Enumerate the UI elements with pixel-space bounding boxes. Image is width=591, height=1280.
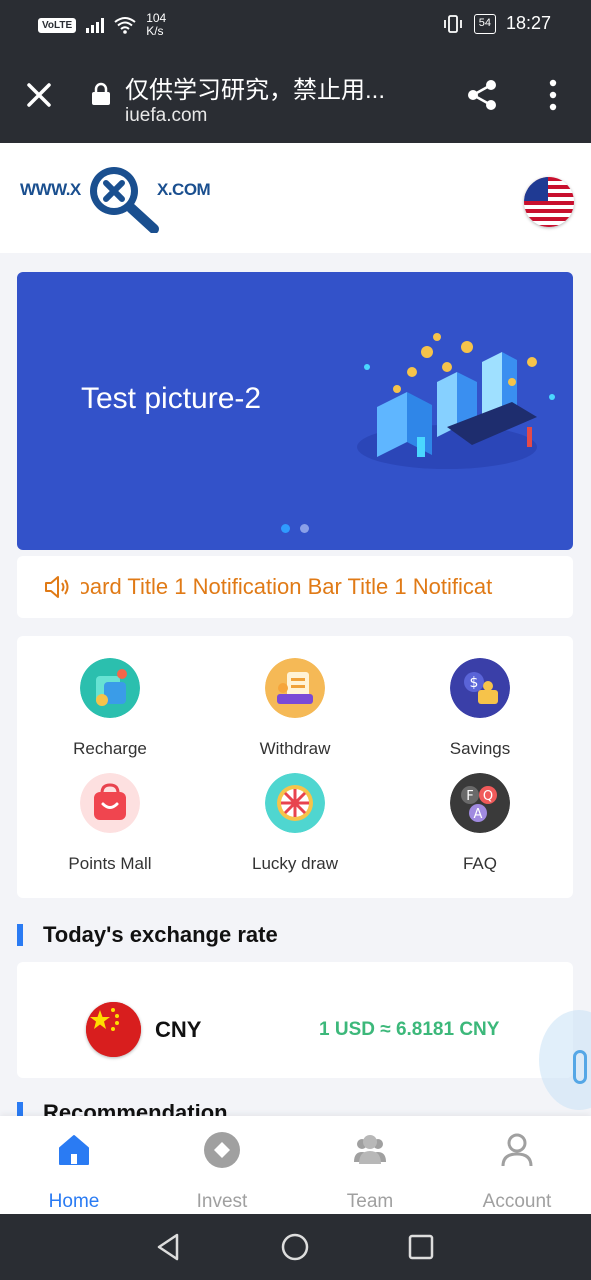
nav-label-home: Home bbox=[48, 1191, 100, 1212]
invest-icon bbox=[204, 1132, 240, 1168]
withdraw-icon bbox=[265, 658, 325, 718]
menu-item-withdraw[interactable]: Withdraw bbox=[220, 658, 370, 759]
isometric-city-illustration bbox=[357, 333, 555, 469]
svg-text:F: F bbox=[466, 789, 473, 804]
notification-bar[interactable]: Board Title 1 Notification Bar Title 1 N… bbox=[17, 556, 573, 618]
site-header: WWW.X X.COM bbox=[0, 143, 591, 253]
exchange-rate-card: CNY 1 USD ≈ 6.8181 CNY bbox=[17, 962, 573, 1078]
wifi-icon bbox=[114, 17, 136, 34]
signal-icon bbox=[86, 17, 105, 33]
savings-icon: $ bbox=[450, 658, 510, 718]
china-flag-icon bbox=[86, 1002, 141, 1057]
home-button-icon[interactable] bbox=[280, 1232, 310, 1262]
close-icon[interactable] bbox=[22, 78, 56, 112]
menu-label-lucky-draw: Lucky draw bbox=[252, 854, 338, 873]
currency-code: CNY bbox=[155, 1017, 202, 1042]
browser-toolbar: 仅供学习研究，禁止用... iuefa.com bbox=[0, 50, 591, 143]
banner-carousel[interactable]: Test picture-2 bbox=[17, 272, 573, 550]
clock: 18:27 bbox=[505, 13, 551, 33]
nav-label-team: Team bbox=[346, 1191, 394, 1212]
nav-label-account: Account bbox=[482, 1191, 552, 1212]
page-heading: 仅供学习研究，禁止用... bbox=[125, 77, 386, 104]
section-accent-bar bbox=[17, 924, 23, 946]
system-navigation-bar bbox=[0, 1214, 591, 1280]
speaker-icon bbox=[45, 576, 69, 598]
menu-item-recharge[interactable]: Recharge bbox=[35, 658, 185, 759]
volte-indicator: VoLTE bbox=[38, 17, 77, 33]
svg-text:$: $ bbox=[470, 675, 479, 691]
logo-text-left: WWW.X bbox=[20, 180, 81, 199]
bottom-navigation: Home Invest Team Account bbox=[0, 1116, 591, 1214]
logo-text-right: X.COM bbox=[157, 180, 211, 199]
svg-text:Q: Q bbox=[483, 789, 493, 804]
carousel-dot-2[interactable] bbox=[300, 524, 309, 533]
nav-label-invest: Invest bbox=[196, 1191, 248, 1212]
back-icon[interactable] bbox=[153, 1232, 183, 1262]
menu-label-faq: FAQ bbox=[462, 854, 497, 873]
exchange-rate-value: 1 USD ≈ 6.8181 CNY bbox=[319, 1019, 500, 1040]
page-url[interactable]: iuefa.com bbox=[125, 105, 207, 127]
nav-account[interactable]: Account bbox=[443, 1116, 591, 1214]
menu-label-savings: Savings bbox=[449, 739, 511, 758]
faq-icon: F Q A bbox=[450, 773, 510, 833]
network-speed: 104 K/s bbox=[146, 12, 166, 38]
account-icon bbox=[501, 1133, 533, 1167]
speed-value: 104 bbox=[146, 11, 167, 25]
recent-apps-icon[interactable] bbox=[406, 1232, 436, 1262]
nav-invest[interactable]: Invest bbox=[148, 1116, 296, 1214]
exchange-section-header: Today's exchange rate bbox=[17, 922, 278, 948]
menu-label-withdraw: Withdraw bbox=[259, 739, 331, 758]
more-icon[interactable] bbox=[540, 77, 566, 113]
nav-home[interactable]: Home bbox=[0, 1116, 148, 1214]
recharge-icon bbox=[80, 658, 140, 718]
us-flag-language-icon[interactable] bbox=[524, 177, 574, 227]
vibrate-icon bbox=[443, 14, 462, 33]
carousel-dot-1[interactable] bbox=[281, 524, 290, 533]
site-logo[interactable]: WWW.X X.COM bbox=[20, 163, 211, 235]
headset-icon bbox=[573, 1050, 587, 1084]
banner-title: Test picture-2 bbox=[81, 382, 262, 415]
menu-item-savings[interactable]: $ Savings bbox=[405, 658, 555, 759]
notification-text-viewport: Board Title 1 Notification Bar Title 1 N… bbox=[81, 574, 565, 600]
shopping-bag-icon bbox=[80, 773, 140, 833]
exchange-section-title: Today's exchange rate bbox=[43, 922, 278, 947]
menu-label-recharge: Recharge bbox=[73, 739, 147, 758]
nav-team[interactable]: Team bbox=[296, 1116, 444, 1214]
svg-text:A: A bbox=[474, 807, 483, 822]
share-icon[interactable] bbox=[464, 77, 500, 113]
menu-item-lucky-draw[interactable]: Lucky draw bbox=[220, 773, 370, 874]
speed-unit: K/s bbox=[146, 24, 164, 38]
team-icon bbox=[354, 1135, 386, 1164]
feature-menu: Recharge Withdraw $ Savings Points Mall … bbox=[17, 636, 573, 898]
battery-indicator: 54 bbox=[473, 13, 496, 34]
menu-label-points-mall: Points Mall bbox=[68, 854, 152, 873]
prize-wheel-icon bbox=[265, 773, 325, 833]
menu-item-faq[interactable]: F Q A FAQ bbox=[405, 773, 555, 874]
menu-item-points-mall[interactable]: Points Mall bbox=[35, 773, 185, 874]
carousel-indicator bbox=[281, 524, 309, 533]
status-bar: VoLTE 104 K/s 54 18:27 bbox=[0, 0, 591, 50]
home-icon bbox=[59, 1135, 89, 1165]
notification-text: Board Title 1 Notification Bar Title 1 N… bbox=[81, 574, 493, 599]
lock-icon bbox=[92, 82, 110, 105]
magnifier-logo-icon bbox=[90, 167, 159, 233]
